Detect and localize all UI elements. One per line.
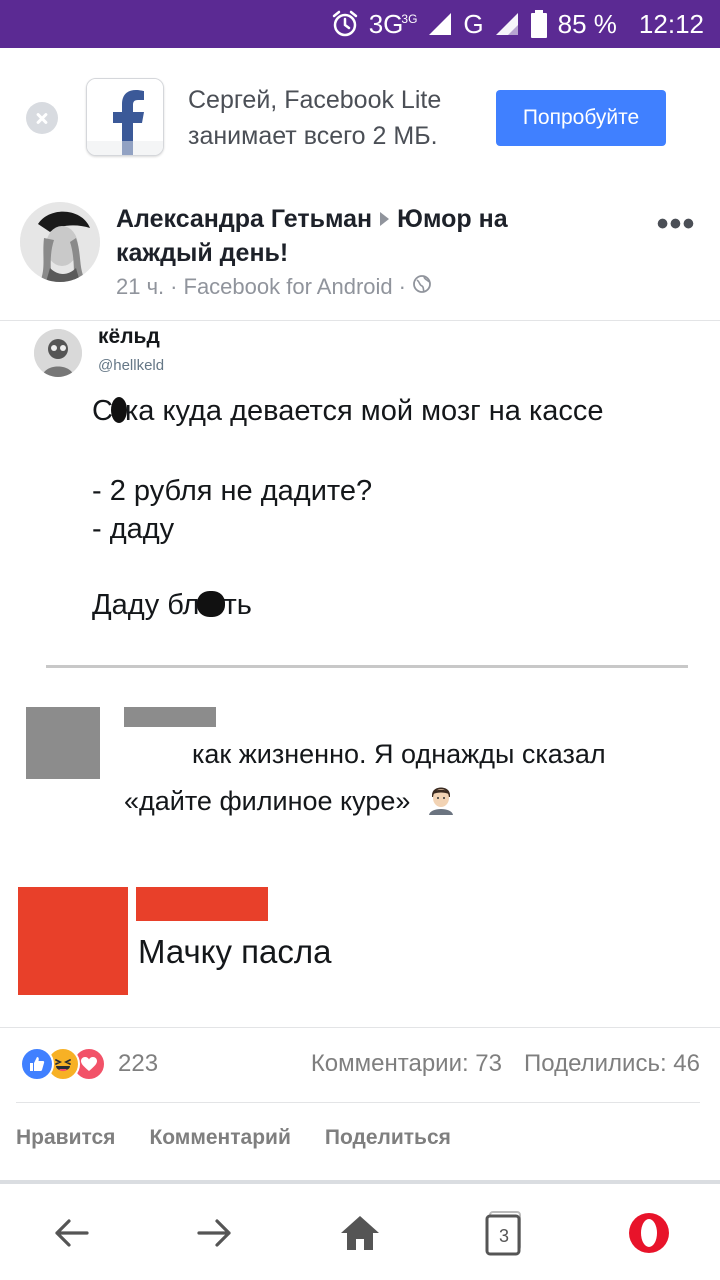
post-meta: 21 ч. · Facebook for Android · [116, 274, 432, 300]
comment-button[interactable]: Комментарий [149, 1126, 290, 1150]
tweet-line-4: Даду бл ть [92, 589, 252, 621]
signal-icon [427, 11, 453, 37]
reactions-count: 223 [118, 1050, 159, 1077]
alarm-icon [331, 10, 359, 38]
forward-arrow-icon[interactable] [190, 1208, 240, 1258]
back-arrow-icon[interactable] [46, 1208, 96, 1258]
promo-text: Сергей, Facebook Lite занимает всего 2 М… [188, 86, 442, 150]
tabs-icon[interactable]: 3 [479, 1208, 529, 1258]
like-button[interactable]: Нравится [16, 1126, 115, 1150]
more-dots-icon[interactable]: ••• [656, 207, 696, 241]
post-time[interactable]: 21 ч. [116, 274, 164, 300]
comment-name-redacted-2 [136, 887, 268, 921]
tweet-line-3: - даду [92, 513, 175, 545]
tweet-avatar [34, 329, 82, 377]
network-type-primary: 3G3G [368, 8, 418, 39]
status-bar: 3G3G G 85 % 12:12 [0, 0, 720, 48]
arrow-right-icon [380, 212, 390, 227]
tweet-author-handle: @hellkeld [98, 357, 165, 374]
tweet-line-1: Ска куда девается мой мозг на кассе [92, 395, 604, 427]
battery-percent: 85 % [557, 8, 617, 39]
author-name[interactable]: Александра Гетьман [116, 205, 372, 233]
censor-blot [197, 591, 226, 617]
facebook-logo-icon [86, 78, 164, 156]
share-button[interactable]: Поделиться [325, 1126, 451, 1150]
comment-1-text: как жизненно. Я однажды сказал [192, 739, 606, 769]
post-image[interactable]: кёльд @hellkeld Ска куда девается мой мо… [0, 320, 720, 1028]
comment-2-text: Мачку пасла [138, 933, 332, 970]
try-button[interactable]: Попробуйте [496, 90, 666, 146]
tweet-author-name: кёльд [98, 325, 160, 348]
tweet-line-2: - 2 рубля не дадите? [92, 475, 373, 507]
comment-avatar-redacted [26, 707, 100, 779]
section-separator [0, 1180, 720, 1184]
comment-1-text-2: «дайте филиное куре» [124, 781, 458, 822]
post-stats: Комментарии: 73 Поделились: 46 [311, 1046, 700, 1082]
comments-count[interactable]: Комментарии: 73 [311, 1050, 502, 1078]
author-avatar[interactable] [20, 202, 100, 282]
clock: 12:12 [638, 8, 704, 39]
man-emoji-icon [424, 781, 458, 822]
close-icon[interactable] [26, 102, 58, 134]
post-author-line: Александра Гетьман Юмор на каждый день! [116, 202, 586, 270]
post-actions: Нравится Комментарий Поделиться [16, 1126, 451, 1150]
network-type-secondary: G [463, 8, 484, 39]
divider [16, 1102, 700, 1103]
reactions-summary[interactable]: 223 [20, 1046, 158, 1082]
browser-bottom-nav: 3 [0, 1186, 720, 1280]
opera-icon[interactable] [624, 1208, 674, 1258]
post-source: Facebook for Android [183, 274, 393, 299]
meta-separator: · [170, 274, 178, 299]
tabs-count: 3 [498, 1225, 509, 1246]
divider [46, 665, 688, 668]
like-reaction-icon [20, 1047, 54, 1081]
shares-count[interactable]: Поделились: 46 [524, 1050, 700, 1078]
comment-avatar-redacted-2 [18, 887, 128, 995]
status-icons: 3G3G G 85 % 12:12 [331, 0, 704, 48]
home-icon[interactable] [335, 1208, 385, 1258]
signal-icon-2 [494, 11, 520, 37]
meta-separator-2: · [398, 274, 406, 299]
comment-name-redacted [124, 707, 216, 727]
battery-icon [530, 10, 548, 38]
globe-icon [412, 274, 432, 300]
